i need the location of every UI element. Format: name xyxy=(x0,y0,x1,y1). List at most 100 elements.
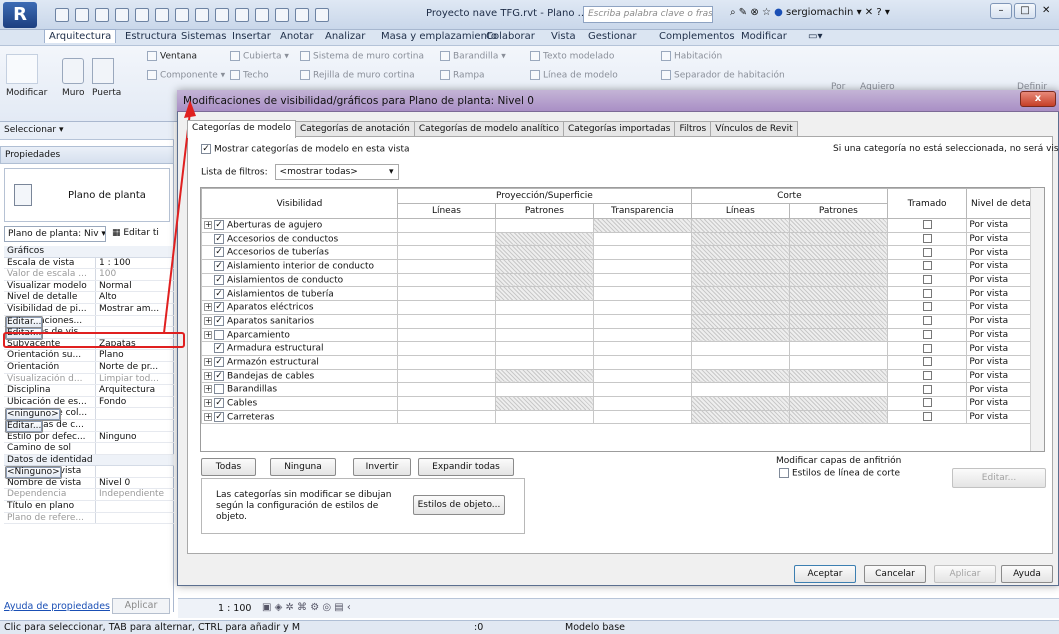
edit-type-button[interactable]: ▦ Editar ti xyxy=(110,226,174,242)
override-cell[interactable] xyxy=(690,354,790,370)
select-dropdown[interactable]: Seleccionar ▾ xyxy=(0,122,174,140)
help-dialog-button[interactable]: Ayuda xyxy=(1001,565,1053,583)
binoculars-icon[interactable]: ⌕ xyxy=(730,7,736,18)
override-cell[interactable] xyxy=(592,327,692,343)
override-cell[interactable] xyxy=(788,354,888,370)
tab-anotar[interactable]: Anotar xyxy=(280,31,313,42)
halftone-checkbox[interactable] xyxy=(922,288,932,298)
override-cell[interactable] xyxy=(396,382,496,397)
select-none-button[interactable]: Ninguna xyxy=(270,458,336,476)
override-cell[interactable] xyxy=(494,300,594,315)
property-value[interactable]: Ninguno xyxy=(96,432,174,443)
tab-filters[interactable]: Filtros xyxy=(674,121,712,137)
expand-icon[interactable]: + xyxy=(204,221,212,230)
tab-sistemas[interactable]: Sistemas xyxy=(181,31,227,42)
text-icon[interactable] xyxy=(215,8,229,22)
override-cell[interactable] xyxy=(788,341,888,356)
override-cell[interactable] xyxy=(494,409,594,425)
show-model-categories-checkbox[interactable]: ✓ xyxy=(201,144,211,154)
host-edit-button[interactable]: Editar... xyxy=(952,468,1046,488)
override-cell[interactable] xyxy=(494,382,594,397)
override-cell[interactable] xyxy=(396,395,496,411)
switch-windows-icon[interactable] xyxy=(315,8,329,22)
category-checkbox[interactable] xyxy=(214,384,224,395)
override-cell[interactable] xyxy=(396,231,496,247)
halftone-checkbox[interactable] xyxy=(922,247,932,257)
minimize-button[interactable]: – xyxy=(990,3,1012,19)
header-visibility[interactable]: Visibilidad xyxy=(201,188,398,219)
property-value[interactable]: Zapatas xyxy=(96,339,174,350)
tab-imported-categories[interactable]: Categorías importadas xyxy=(562,121,676,137)
category-checkbox[interactable]: ✓ xyxy=(214,370,224,381)
save-icon[interactable] xyxy=(75,8,89,22)
tab-vista[interactable]: Vista xyxy=(551,31,576,42)
halftone-checkbox[interactable] xyxy=(922,343,932,353)
override-cell[interactable] xyxy=(396,327,496,343)
halftone-checkbox[interactable] xyxy=(922,384,932,394)
expand-icon[interactable]: + xyxy=(204,303,212,312)
redo-icon[interactable] xyxy=(135,8,149,22)
tab-modificar[interactable]: Modificar xyxy=(741,31,787,42)
ceiling-button[interactable]: Techo xyxy=(230,70,269,81)
override-cell[interactable] xyxy=(592,272,692,288)
modify-button[interactable]: Modificar xyxy=(6,88,47,98)
override-cell[interactable] xyxy=(592,259,692,274)
property-value[interactable]: Arquitectura xyxy=(96,385,174,396)
autodesk-app-icon[interactable]: ✕ xyxy=(865,7,873,18)
select-all-button[interactable]: Todas xyxy=(201,458,256,476)
invert-button[interactable]: Invertir xyxy=(353,458,411,476)
property-value[interactable]: Normal xyxy=(96,281,174,292)
curtain-grid-button[interactable]: Rejilla de muro cortina xyxy=(300,70,415,81)
category-checkbox[interactable]: ✓ xyxy=(214,288,224,299)
thin-lines-icon[interactable] xyxy=(275,8,289,22)
undo-icon[interactable] xyxy=(115,8,129,22)
door-button[interactable]: Puerta xyxy=(92,88,121,98)
category-checkbox[interactable]: ✓ xyxy=(214,220,224,231)
override-cell[interactable] xyxy=(592,341,692,356)
halftone-checkbox[interactable] xyxy=(922,411,932,421)
override-cell[interactable] xyxy=(494,341,594,356)
sync-icon[interactable] xyxy=(95,8,109,22)
search-input[interactable]: Escriba palabra clave o frase xyxy=(583,6,713,23)
tab-complementos[interactable]: Complementos xyxy=(659,31,735,42)
property-value[interactable]: 100 xyxy=(96,269,174,280)
category-checkbox[interactable]: ✓ xyxy=(214,274,224,285)
tab-gestionar[interactable]: Gestionar xyxy=(588,31,637,42)
roof-button[interactable]: Cubierta ▾ xyxy=(230,51,289,62)
open-icon[interactable] xyxy=(55,8,69,22)
property-value[interactable] xyxy=(96,443,174,454)
override-cell[interactable] xyxy=(494,354,594,370)
favorites-icon[interactable]: ☆ xyxy=(762,7,771,18)
override-cell[interactable] xyxy=(788,382,888,397)
override-cell[interactable] xyxy=(494,313,594,329)
property-value[interactable]: Fondo xyxy=(96,397,174,408)
property-edit-button[interactable]: Editar... xyxy=(5,327,44,341)
window-button[interactable]: Ventana xyxy=(147,51,197,62)
component-button[interactable]: Componente ▾ xyxy=(147,70,225,81)
tab-analizar[interactable]: Analizar xyxy=(325,31,365,42)
expand-icon[interactable]: + xyxy=(204,357,212,366)
category-checkbox[interactable]: ✓ xyxy=(214,302,224,313)
override-cell[interactable] xyxy=(592,409,692,425)
view-scale[interactable]: 1 : 100 xyxy=(218,603,251,614)
override-cell[interactable] xyxy=(592,286,692,302)
room-button[interactable]: Habitación xyxy=(661,51,722,62)
close-window-button[interactable]: ✕ xyxy=(1042,5,1050,16)
revit-logo-button[interactable]: R xyxy=(3,2,37,28)
property-value[interactable] xyxy=(96,513,174,524)
expand-icon[interactable]: + xyxy=(204,412,212,421)
category-checkbox[interactable]: ✓ xyxy=(214,356,224,367)
measure-icon[interactable] xyxy=(175,8,189,22)
category-checkbox[interactable]: ✓ xyxy=(214,261,224,272)
override-cell[interactable] xyxy=(690,382,790,397)
model-line-button[interactable]: Línea de modelo xyxy=(530,70,618,81)
tab-annotation-categories[interactable]: Categorías de anotación xyxy=(295,121,415,137)
halftone-checkbox[interactable] xyxy=(922,302,932,312)
print-icon[interactable] xyxy=(155,8,169,22)
halftone-checkbox[interactable] xyxy=(922,370,932,380)
override-cell[interactable] xyxy=(396,218,496,233)
expand-icon[interactable]: + xyxy=(204,385,212,394)
override-cell[interactable] xyxy=(396,354,496,370)
property-value[interactable]: Norte de pr... xyxy=(96,362,174,373)
expand-icon[interactable]: + xyxy=(204,330,212,339)
